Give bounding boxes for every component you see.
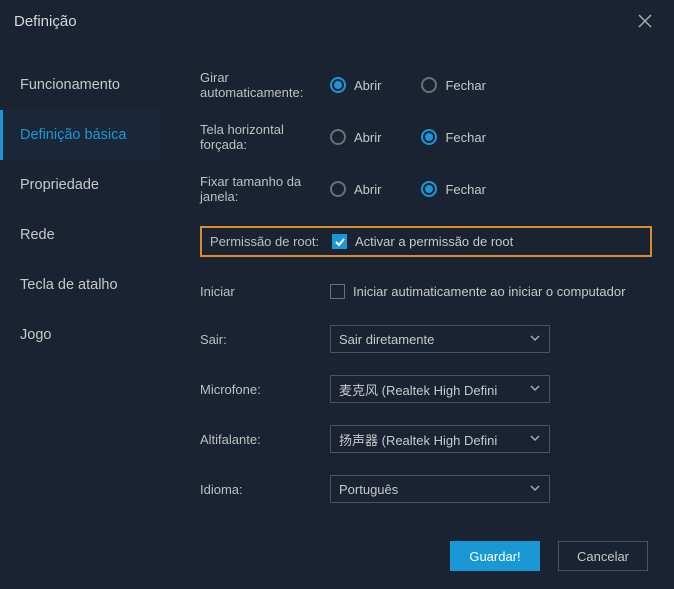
- sidebar-item-propriedade[interactable]: Propriedade: [0, 160, 160, 210]
- radio-icon: [330, 77, 346, 93]
- label-start: Iniciar: [200, 284, 330, 299]
- save-button[interactable]: Guardar!: [450, 541, 540, 571]
- label-exit: Sair:: [200, 332, 330, 347]
- chevron-down-icon: [529, 432, 541, 447]
- sidebar: Funcionamento Definição básica Proprieda…: [0, 42, 160, 589]
- sidebar-item-label: Rede: [20, 227, 55, 243]
- close-icon: [638, 14, 652, 28]
- cancel-button[interactable]: Cancelar: [558, 541, 648, 571]
- radio-label: Fechar: [445, 182, 485, 197]
- row-speaker: Altifalante: 扬声器 (Realtek High Defini: [200, 425, 652, 453]
- chevron-down-icon: [529, 382, 541, 397]
- select-mic[interactable]: 麦克风 (Realtek High Defini: [330, 375, 550, 403]
- check-icon: [335, 237, 345, 247]
- radio-rotate-close[interactable]: Fechar: [421, 77, 485, 93]
- checkbox-root-label: Activar a permissão de root: [355, 234, 513, 249]
- radio-horizontal-close[interactable]: Fechar: [421, 129, 485, 145]
- label-rotate: Girar automaticamente:: [200, 70, 330, 100]
- select-lang[interactable]: Português: [330, 475, 550, 503]
- radio-icon: [330, 181, 346, 197]
- label-mic: Microfone:: [200, 382, 330, 397]
- sidebar-item-label: Jogo: [20, 327, 51, 343]
- radio-fixsize-open[interactable]: Abrir: [330, 181, 381, 197]
- row-lang: Idioma: Português: [200, 475, 652, 503]
- radio-label: Abrir: [354, 182, 381, 197]
- radio-label: Abrir: [354, 78, 381, 93]
- select-value: 扬声器 (Realtek High Defini: [339, 430, 497, 449]
- close-button[interactable]: [630, 6, 660, 36]
- radio-label: Fechar: [445, 78, 485, 93]
- sidebar-item-funcionamento[interactable]: Funcionamento: [0, 60, 160, 110]
- radio-icon: [421, 77, 437, 93]
- window-title: Definição: [14, 13, 630, 30]
- button-label: Guardar!: [469, 549, 520, 564]
- settings-panel: Girar automaticamente: Abrir Fechar Tela…: [160, 42, 674, 589]
- radio-rotate-open[interactable]: Abrir: [330, 77, 381, 93]
- label-fixsize: Fixar tamanho da janela:: [200, 174, 330, 204]
- titlebar: Definição: [0, 0, 674, 42]
- sidebar-item-label: Definição básica: [20, 127, 126, 143]
- radio-icon: [421, 129, 437, 145]
- row-horizontal: Tela horizontal forçada: Abrir Fechar: [200, 122, 652, 152]
- select-speaker[interactable]: 扬声器 (Realtek High Defini: [330, 425, 550, 453]
- footer-buttons: Guardar! Cancelar: [450, 541, 648, 571]
- radio-icon: [330, 129, 346, 145]
- chevron-down-icon: [529, 482, 541, 497]
- select-value: Português: [339, 482, 398, 497]
- button-label: Cancelar: [577, 549, 629, 564]
- select-value: 麦克风 (Realtek High Defini: [339, 380, 497, 399]
- radio-label: Abrir: [354, 130, 381, 145]
- row-fixsize: Fixar tamanho da janela: Abrir Fechar: [200, 174, 652, 204]
- label-speaker: Altifalante:: [200, 432, 330, 447]
- sidebar-item-tecla-de-atalho[interactable]: Tecla de atalho: [0, 260, 160, 310]
- checkbox-autostart-label: Iniciar autimaticamente ao iniciar o com…: [353, 284, 625, 299]
- sidebar-item-label: Tecla de atalho: [20, 277, 118, 293]
- sidebar-item-jogo[interactable]: Jogo: [0, 310, 160, 360]
- row-rotate: Girar automaticamente: Abrir Fechar: [200, 70, 652, 100]
- select-exit[interactable]: Sair diretamente: [330, 325, 550, 353]
- row-root-permission: Permissão de root: Activar a permissão d…: [200, 226, 652, 257]
- row-start: Iniciar Iniciar autimaticamente ao inici…: [200, 279, 652, 303]
- radio-label: Fechar: [445, 130, 485, 145]
- checkbox-root[interactable]: [332, 234, 347, 249]
- radio-fixsize-close[interactable]: Fechar: [421, 181, 485, 197]
- row-mic: Microfone: 麦克风 (Realtek High Defini: [200, 375, 652, 403]
- label-root: Permissão de root:: [210, 234, 332, 249]
- row-exit: Sair: Sair diretamente: [200, 325, 652, 353]
- sidebar-item-label: Propriedade: [20, 177, 99, 193]
- chevron-down-icon: [529, 332, 541, 347]
- sidebar-item-definicao-basica[interactable]: Definição básica: [0, 110, 160, 160]
- sidebar-item-label: Funcionamento: [20, 77, 120, 93]
- radio-horizontal-open[interactable]: Abrir: [330, 129, 381, 145]
- checkbox-autostart[interactable]: [330, 284, 345, 299]
- sidebar-item-rede[interactable]: Rede: [0, 210, 160, 260]
- label-horizontal: Tela horizontal forçada:: [200, 122, 330, 152]
- radio-icon: [421, 181, 437, 197]
- select-value: Sair diretamente: [339, 332, 434, 347]
- label-lang: Idioma:: [200, 482, 330, 497]
